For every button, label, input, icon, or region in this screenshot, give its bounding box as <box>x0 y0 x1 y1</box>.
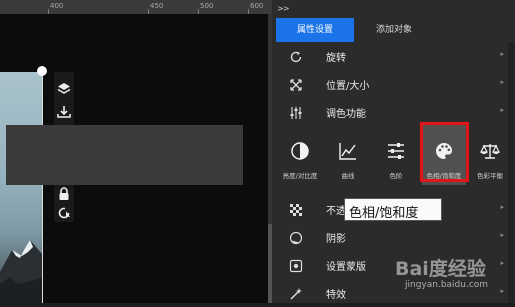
expand-arrow-icon: ▸ <box>500 78 504 86</box>
sliders-icon <box>289 105 303 119</box>
tool-brightness-contrast[interactable]: 亮度/对比度 <box>278 125 322 185</box>
row-label: 特效 <box>326 290 346 301</box>
tool-levels[interactable]: 色阶 <box>374 125 418 185</box>
ruler-tick: 600 <box>250 2 264 10</box>
crop-rotate-icon[interactable] <box>56 205 72 221</box>
selected-image[interactable] <box>0 72 43 303</box>
balance-scale-icon <box>480 141 500 161</box>
row-label: 旋转 <box>326 53 346 64</box>
curve-icon <box>338 141 358 161</box>
expand-arrow-icon: ▸ <box>500 231 504 239</box>
tool-label: 色彩平衡 <box>477 172 503 180</box>
resize-icon <box>289 77 303 91</box>
highlight-box <box>420 122 469 182</box>
tool-label: 色阶 <box>389 172 403 180</box>
ruler-tick: 500 <box>200 2 214 10</box>
tooltip-text: 色相/饱和度 <box>349 206 419 221</box>
resize-handle[interactable] <box>37 66 47 76</box>
panel-header: >> <box>272 0 515 18</box>
tooltip: 色相/饱和度 <box>344 198 442 221</box>
collapse-panel-button[interactable]: >> <box>277 4 289 13</box>
row-position-size[interactable]: 位置/大小 ▸ <box>272 71 508 97</box>
top-ruler: 400 450 500 600 <box>0 0 272 14</box>
tool-color-balance[interactable]: 色彩平衡 <box>468 125 512 185</box>
tool-label: 曲线 <box>341 172 355 180</box>
checker-icon <box>289 202 303 216</box>
magic-wand-icon <box>289 286 303 300</box>
row-rotate[interactable]: 旋转 ▸ <box>272 43 508 69</box>
contrast-icon <box>290 141 310 161</box>
watermark-url: jingyan.baidu.com <box>405 280 489 290</box>
tab-properties[interactable]: 属性设置 <box>276 18 354 42</box>
expand-arrow-icon: ▸ <box>500 106 504 114</box>
rotate-icon <box>289 49 303 63</box>
row-shadow[interactable]: 阴影 ▸ <box>272 224 508 250</box>
levels-icon <box>386 141 406 161</box>
anchor-down-icon[interactable] <box>56 104 72 120</box>
row-label: 设置蒙版 <box>326 262 366 273</box>
row-label: 位置/大小 <box>326 81 370 92</box>
row-color-adjust[interactable]: 调色功能 ▸ <box>272 99 508 125</box>
mask-icon <box>289 258 303 273</box>
lock-icon[interactable] <box>56 186 72 202</box>
shadow-icon <box>289 230 303 245</box>
watermark-logo: Bai度经验 <box>395 258 486 280</box>
mountain-art <box>0 240 42 303</box>
row-label: 调色功能 <box>326 109 366 120</box>
layers-up-icon[interactable] <box>56 81 72 97</box>
tool-curves[interactable]: 曲线 <box>326 125 370 185</box>
tool-label: 亮度/对比度 <box>282 172 318 180</box>
row-label: 阴影 <box>326 234 346 245</box>
watermark: Bai度经验 jingyan.baidu.com <box>395 254 513 294</box>
tab-add-object[interactable]: 添加对象 <box>354 18 434 42</box>
expand-arrow-icon: ▸ <box>500 50 504 58</box>
color-tools-strip <box>6 125 243 185</box>
ruler-tick: 400 <box>50 2 64 10</box>
expand-arrow-icon: ▸ <box>500 203 504 211</box>
ruler-tick: 450 <box>150 2 164 10</box>
